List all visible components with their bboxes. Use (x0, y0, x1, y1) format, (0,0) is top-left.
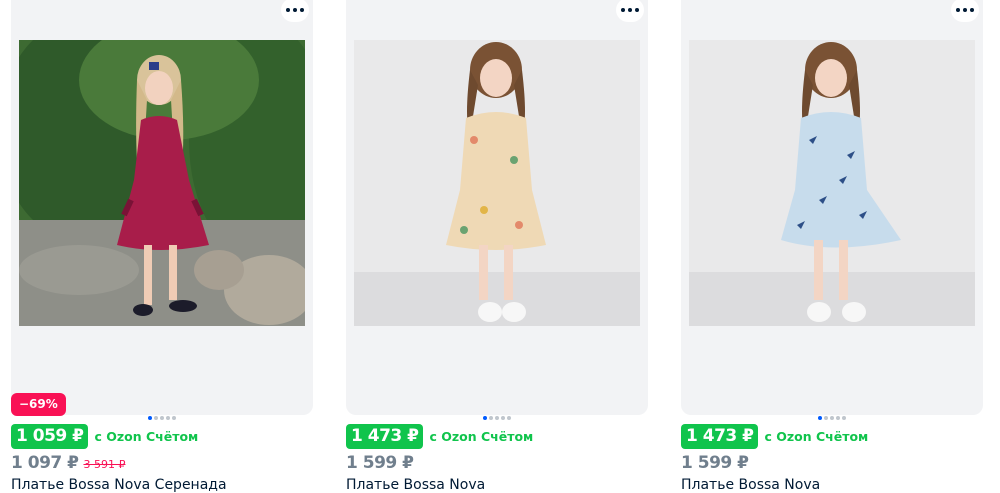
product-card[interactable]: 1 473 ₽ c Ozon Счётом 1 599 ₽ Платье Bos… (346, 0, 648, 493)
old-price-row: 1 599 ₽ (346, 453, 414, 473)
old-price-row: 1 599 ₽ (681, 453, 749, 473)
product-photo[interactable] (689, 40, 975, 326)
product-title[interactable]: Платье Bossa Nova (681, 477, 820, 493)
more-icon[interactable] (616, 0, 644, 22)
card-price: 1 473 ₽ (346, 424, 424, 449)
price-row: 1 059 ₽ c Ozon Счётом (11, 424, 198, 449)
discount-badge: −69% (11, 393, 66, 416)
product-title[interactable]: Платье Bossa Nova Серенада (11, 477, 227, 493)
price-note: c Ozon Счётом (764, 429, 869, 444)
price-note: c Ozon Счётом (429, 429, 534, 444)
product-image-area[interactable] (681, 0, 983, 420)
product-card[interactable]: −69% 1 059 ₽ c Ozon Счётом 1 097 ₽ 3 591… (11, 0, 313, 493)
product-title[interactable]: Платье Bossa Nova (346, 477, 485, 493)
old-price-row: 1 097 ₽ 3 591 ₽ (11, 453, 125, 473)
price-note: c Ozon Счётом (94, 429, 199, 444)
price-row: 1 473 ₽ c Ozon Счётом (681, 424, 868, 449)
crossed-price: 3 591 ₽ (83, 458, 126, 471)
product-image-area[interactable] (346, 0, 648, 420)
product-card[interactable]: 1 473 ₽ c Ozon Счётом 1 599 ₽ Платье Bos… (681, 0, 983, 493)
price-row: 1 473 ₽ c Ozon Счётом (346, 424, 533, 449)
image-pager[interactable] (148, 416, 176, 420)
more-icon[interactable] (951, 0, 979, 22)
image-pager[interactable] (818, 416, 846, 420)
regular-price: 1 599 ₽ (346, 453, 414, 473)
card-price: 1 059 ₽ (11, 424, 89, 449)
image-pager[interactable] (483, 416, 511, 420)
product-image-area[interactable]: −69% (11, 0, 313, 420)
regular-price: 1 599 ₽ (681, 453, 749, 473)
more-icon[interactable] (281, 0, 309, 22)
product-photo[interactable] (19, 40, 305, 326)
product-photo[interactable] (354, 40, 640, 326)
card-price: 1 473 ₽ (681, 424, 759, 449)
regular-price: 1 097 ₽ (11, 453, 79, 473)
